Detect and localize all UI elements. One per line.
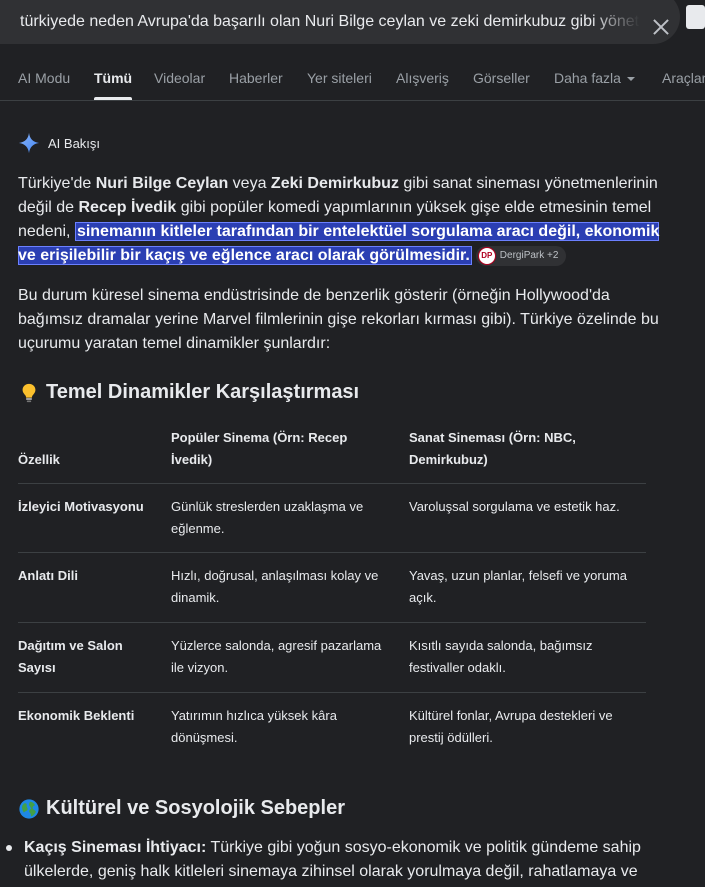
table-header-cell: Sanat Sineması (Örn: NBC, Demirkubuz)	[409, 430, 576, 467]
table-cell: Ekonomik Beklenti	[18, 708, 135, 723]
intro-bold: Nuri Bilge Ceylan	[95, 175, 229, 192]
table-header-row: Özellik Popüler Sinema (Örn: Recep İvedi…	[18, 425, 646, 484]
table-cell: Hızlı, doğrusal, anlaşılması kolay ve di…	[171, 568, 379, 605]
search-input[interactable]: türkiyede neden Avrupa'da başarılı olan …	[20, 3, 640, 31]
caret-down-icon	[626, 77, 635, 82]
search-tabs: AI Modu Tümü Videolar Haberler Yer sitel…	[18, 70, 705, 100]
search-bar[interactable]: türkiyede neden Avrupa'da başarılı olan …	[0, 0, 680, 44]
globe-icon	[19, 798, 39, 819]
table-cell: Yatırımın hızlıca yüksek kâra dönüşmesi.	[171, 708, 337, 745]
clear-icon[interactable]	[650, 16, 672, 38]
section-heading-dynamics: Temel Dinamikler Karşılaştırması	[18, 381, 359, 404]
table-cell: Kültürel fonlar, Avrupa destekleri ve pr…	[409, 708, 613, 745]
tab-videos[interactable]: Videolar	[154, 70, 205, 86]
table-cell: Günlük streslerden uzaklaşma ve eğlenme.	[171, 499, 364, 536]
ai-context-paragraph: Bu durum küresel sinema endüstrisinde de…	[18, 287, 659, 352]
tab-news[interactable]: Haberler	[229, 70, 283, 86]
tab-all[interactable]: Tümü	[94, 70, 133, 100]
comparison-table: Özellik Popüler Sinema (Örn: Recep İvedi…	[18, 425, 646, 761]
tab-places[interactable]: Yer siteleri	[307, 70, 372, 86]
sparkle-icon	[18, 132, 40, 154]
keyboard-icon[interactable]	[686, 5, 705, 29]
table-cell: Yavaş, uzun planlar, felsefi ve yoruma a…	[409, 568, 627, 605]
table-header-cell: Özellik	[18, 452, 60, 467]
dergipark-logo-icon: DP	[477, 246, 496, 265]
tab-tools[interactable]: Araçlar	[662, 70, 705, 86]
table-row: Ekonomik Beklenti Yatırımın hızlıca yüks…	[18, 693, 646, 761]
intro-bold: Recep İvedik	[78, 199, 177, 216]
table-row: Anlatı Dili Hızlı, doğrusal, anlaşılması…	[18, 553, 646, 623]
section-heading-text: Temel Dinamikler Karşılaştırması	[46, 381, 360, 403]
ai-intro-paragraph: Türkiye'de Nuri Bilge Ceylan veya Zeki D…	[18, 172, 668, 268]
intro-text: Türkiye'de	[18, 175, 96, 192]
intro-text: veya	[228, 175, 271, 192]
table-row: İzleyici Motivasyonu Günlük streslerden …	[18, 484, 646, 553]
section-heading-cultural: Kültürel ve Sosyolojik Sebepler	[18, 797, 345, 820]
table-cell: Anlatı Dili	[18, 568, 78, 583]
table-cell: Kısıtlı sayıda salonda, bağımsız festiva…	[409, 638, 593, 675]
intro-bold: Zeki Demirkubuz	[270, 175, 399, 192]
list-item-term: Kaçış Sineması İhtiyacı:	[24, 839, 207, 856]
table-row: Dağıtım ve Salon Sayısı Yüzlerce salonda…	[18, 623, 646, 693]
ai-overview-header: AI Bakışı	[18, 132, 100, 154]
list-item: Kaçış Sineması İhtiyacı: Türkiye gibi yo…	[6, 836, 664, 884]
section-heading-text: Kültürel ve Sosyolojik Sebepler	[46, 797, 345, 819]
table-header-cell: Popüler Sinema (Örn: Recep İvedik)	[171, 430, 348, 467]
tab-more-label: Daha fazla	[554, 70, 621, 86]
ai-overview-title: AI Bakışı	[48, 135, 101, 151]
table-cell: Dağıtım ve Salon Sayısı	[18, 638, 123, 675]
source-chip-label: DergiPark +2	[499, 249, 559, 261]
tabs-divider	[0, 100, 705, 101]
tab-images[interactable]: Görseller	[473, 70, 530, 86]
lightbulb-icon	[22, 383, 36, 402]
table-cell: Varoluşsal sorgulama ve estetik haz.	[409, 499, 620, 514]
table-cell: İzleyici Motivasyonu	[18, 499, 144, 514]
tab-ai-mode[interactable]: AI Modu	[18, 70, 70, 86]
tab-more[interactable]: Daha fazla	[554, 70, 635, 86]
table-cell: Yüzlerce salonda, agresif pazarlama ile …	[171, 638, 382, 675]
tab-shopping[interactable]: Alışveriş	[396, 70, 449, 86]
source-chip[interactable]: DP DergiPark +2	[475, 245, 567, 266]
